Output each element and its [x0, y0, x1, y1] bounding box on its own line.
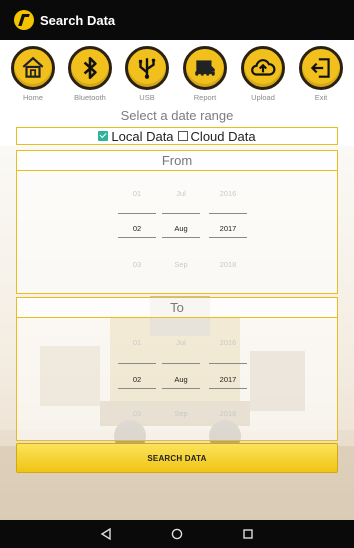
- to-day-prev[interactable]: 01: [119, 338, 155, 347]
- data-source-selector: Local Data Cloud Data: [16, 127, 338, 145]
- from-year-prev[interactable]: 2016: [210, 189, 246, 198]
- to-year-value[interactable]: 2017: [210, 375, 246, 384]
- from-day-next[interactable]: 03: [119, 260, 155, 269]
- from-day-prev[interactable]: 01: [119, 189, 155, 198]
- title-bar: Search Data: [0, 0, 354, 40]
- to-heading: To: [17, 298, 337, 318]
- usb-label: USB: [139, 93, 155, 102]
- search-data-button[interactable]: SEARCH DATA: [16, 443, 338, 473]
- local-data-label: Local Data: [111, 128, 174, 144]
- report-label: Report: [193, 93, 217, 102]
- cloud-data-option[interactable]: Cloud Data: [177, 128, 256, 144]
- home-icon: [22, 56, 44, 78]
- upload-button[interactable]: Upload: [238, 46, 288, 102]
- to-month-next[interactable]: Sep: [163, 409, 199, 418]
- exit-button[interactable]: Exit: [296, 46, 346, 102]
- to-month-prev[interactable]: Jul: [163, 338, 199, 347]
- cloud-data-checkbox[interactable]: [177, 131, 188, 141]
- from-month-prev[interactable]: Jul: [163, 189, 199, 198]
- cloud-data-label: Cloud Data: [190, 128, 256, 144]
- from-month-value[interactable]: Aug: [163, 224, 199, 233]
- system-nav-bar: [0, 520, 354, 548]
- bluetooth-button[interactable]: Bluetooth: [65, 46, 115, 102]
- report-icon: [195, 60, 215, 78]
- local-data-checkbox[interactable]: [98, 131, 109, 141]
- home-circle-icon[interactable]: [170, 527, 184, 541]
- bluetooth-label: Bluetooth: [74, 93, 106, 102]
- usb-icon: [138, 58, 156, 79]
- date-range-heading: Select a date range: [120, 108, 234, 123]
- from-month-next[interactable]: Sep: [163, 260, 199, 269]
- from-year-next[interactable]: 2018: [210, 260, 246, 269]
- to-panel: To 01 02 03 Jul Aug Sep 2016 2017 2018: [16, 297, 338, 441]
- from-day-value[interactable]: 02: [119, 224, 155, 233]
- from-heading: From: [17, 151, 337, 171]
- to-day-value[interactable]: 02: [119, 375, 155, 384]
- toolbar: Home Bluetooth USB Report Upload Exit: [0, 40, 354, 106]
- exit-icon: [310, 58, 330, 78]
- from-date-picker[interactable]: 01 02 03 Jul Aug Sep 2016 2017 2018: [17, 171, 337, 293]
- report-button[interactable]: Report: [180, 46, 230, 102]
- upload-label: Upload: [251, 93, 275, 102]
- to-day-next[interactable]: 03: [119, 409, 155, 418]
- local-data-option[interactable]: Local Data: [98, 128, 174, 144]
- to-year-next[interactable]: 2018: [210, 409, 246, 418]
- from-year-value[interactable]: 2017: [210, 224, 246, 233]
- app-logo-icon: [14, 10, 34, 30]
- usb-button[interactable]: USB: [122, 46, 172, 102]
- home-button[interactable]: Home: [8, 46, 58, 102]
- app-title: Search Data: [40, 12, 116, 28]
- recents-icon[interactable]: [241, 527, 255, 541]
- to-year-prev[interactable]: 2016: [210, 338, 246, 347]
- bluetooth-icon: [83, 56, 97, 80]
- home-label: Home: [22, 93, 43, 102]
- exit-label: Exit: [314, 93, 328, 102]
- to-month-value[interactable]: Aug: [163, 375, 199, 384]
- from-panel: From 01 02 03 Jul Aug Sep 2016 2017 2018: [16, 150, 338, 294]
- upload-cloud-icon: [251, 59, 276, 76]
- to-date-picker[interactable]: 01 02 03 Jul Aug Sep 2016 2017 2018: [17, 318, 337, 440]
- back-icon[interactable]: [99, 527, 113, 541]
